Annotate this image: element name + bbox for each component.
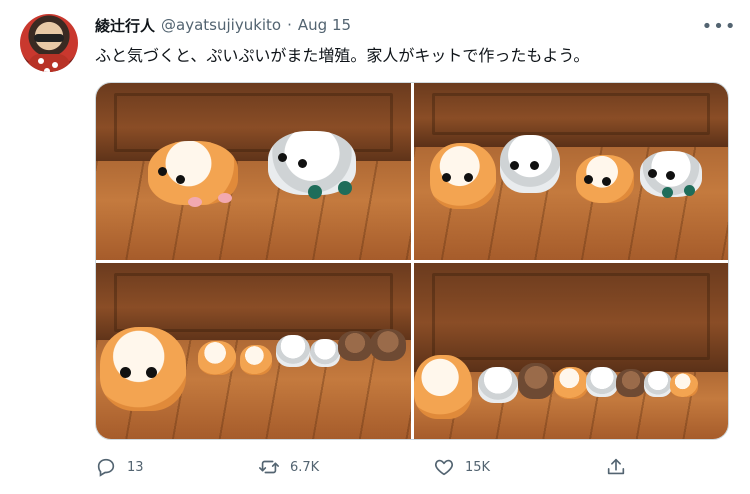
tweet-text: ふと気づくと、ぷいぷいがまた増殖。家人がキットで作ったもよう。 [95,46,590,65]
wall-panel [413,83,728,147]
photo-3[interactable] [96,262,411,439]
user-handle[interactable]: @ayatsujiyukito [161,16,281,34]
retweet-button[interactable]: 6.7K [258,454,319,480]
plush-orange-large [100,326,186,411]
plush-white [268,131,356,199]
heart-icon [434,459,454,476]
plush-orange [198,340,236,375]
plush-brown [615,368,646,397]
plush-orange [148,141,238,207]
plush-brown [517,362,554,399]
wood-floor [96,160,411,260]
media-grid [95,82,729,440]
retweet-count: 6.7K [290,459,320,475]
plush-brown [370,328,406,361]
plush-white [499,135,560,193]
plush-orange [429,143,496,209]
action-bar: 13 6.7K 15K [95,454,729,480]
plush-orange-small [575,155,634,203]
plush-orange [240,344,272,375]
avatar[interactable] [20,14,78,72]
plush-white [310,338,340,367]
plush-white [585,366,618,397]
retweet-icon [259,460,279,474]
wall-panel [413,262,728,372]
photo-4[interactable] [413,262,728,439]
like-count: 15K [465,459,491,475]
wall-panel [96,83,411,165]
plush-white [643,370,672,397]
share-button[interactable] [605,454,627,480]
tweet-header: 綾辻行人 @ayatsujiyukito · Aug 15 [95,14,351,36]
avatar-shirt [28,54,70,72]
plush-orange-large [413,354,472,419]
avatar-glasses [34,34,64,42]
tweet-date[interactable]: Aug 15 [298,16,351,34]
plush-brown [338,330,372,361]
reply-icon [97,458,115,477]
photo-2[interactable] [413,83,728,260]
reply-count: 13 [127,459,144,475]
separator-dot: · [287,16,292,34]
share-icon [607,458,625,475]
plush-white [477,366,518,403]
plush-orange [669,372,698,397]
display-name[interactable]: 綾辻行人 [95,15,155,36]
plush-white-small [639,151,702,198]
like-button[interactable]: 15K [433,454,490,480]
reply-button[interactable]: 13 [95,454,144,480]
more-dots-icon[interactable]: ••• [702,16,736,37]
plush-white [276,334,310,367]
plush-orange [553,366,588,399]
photo-1[interactable] [96,83,411,260]
